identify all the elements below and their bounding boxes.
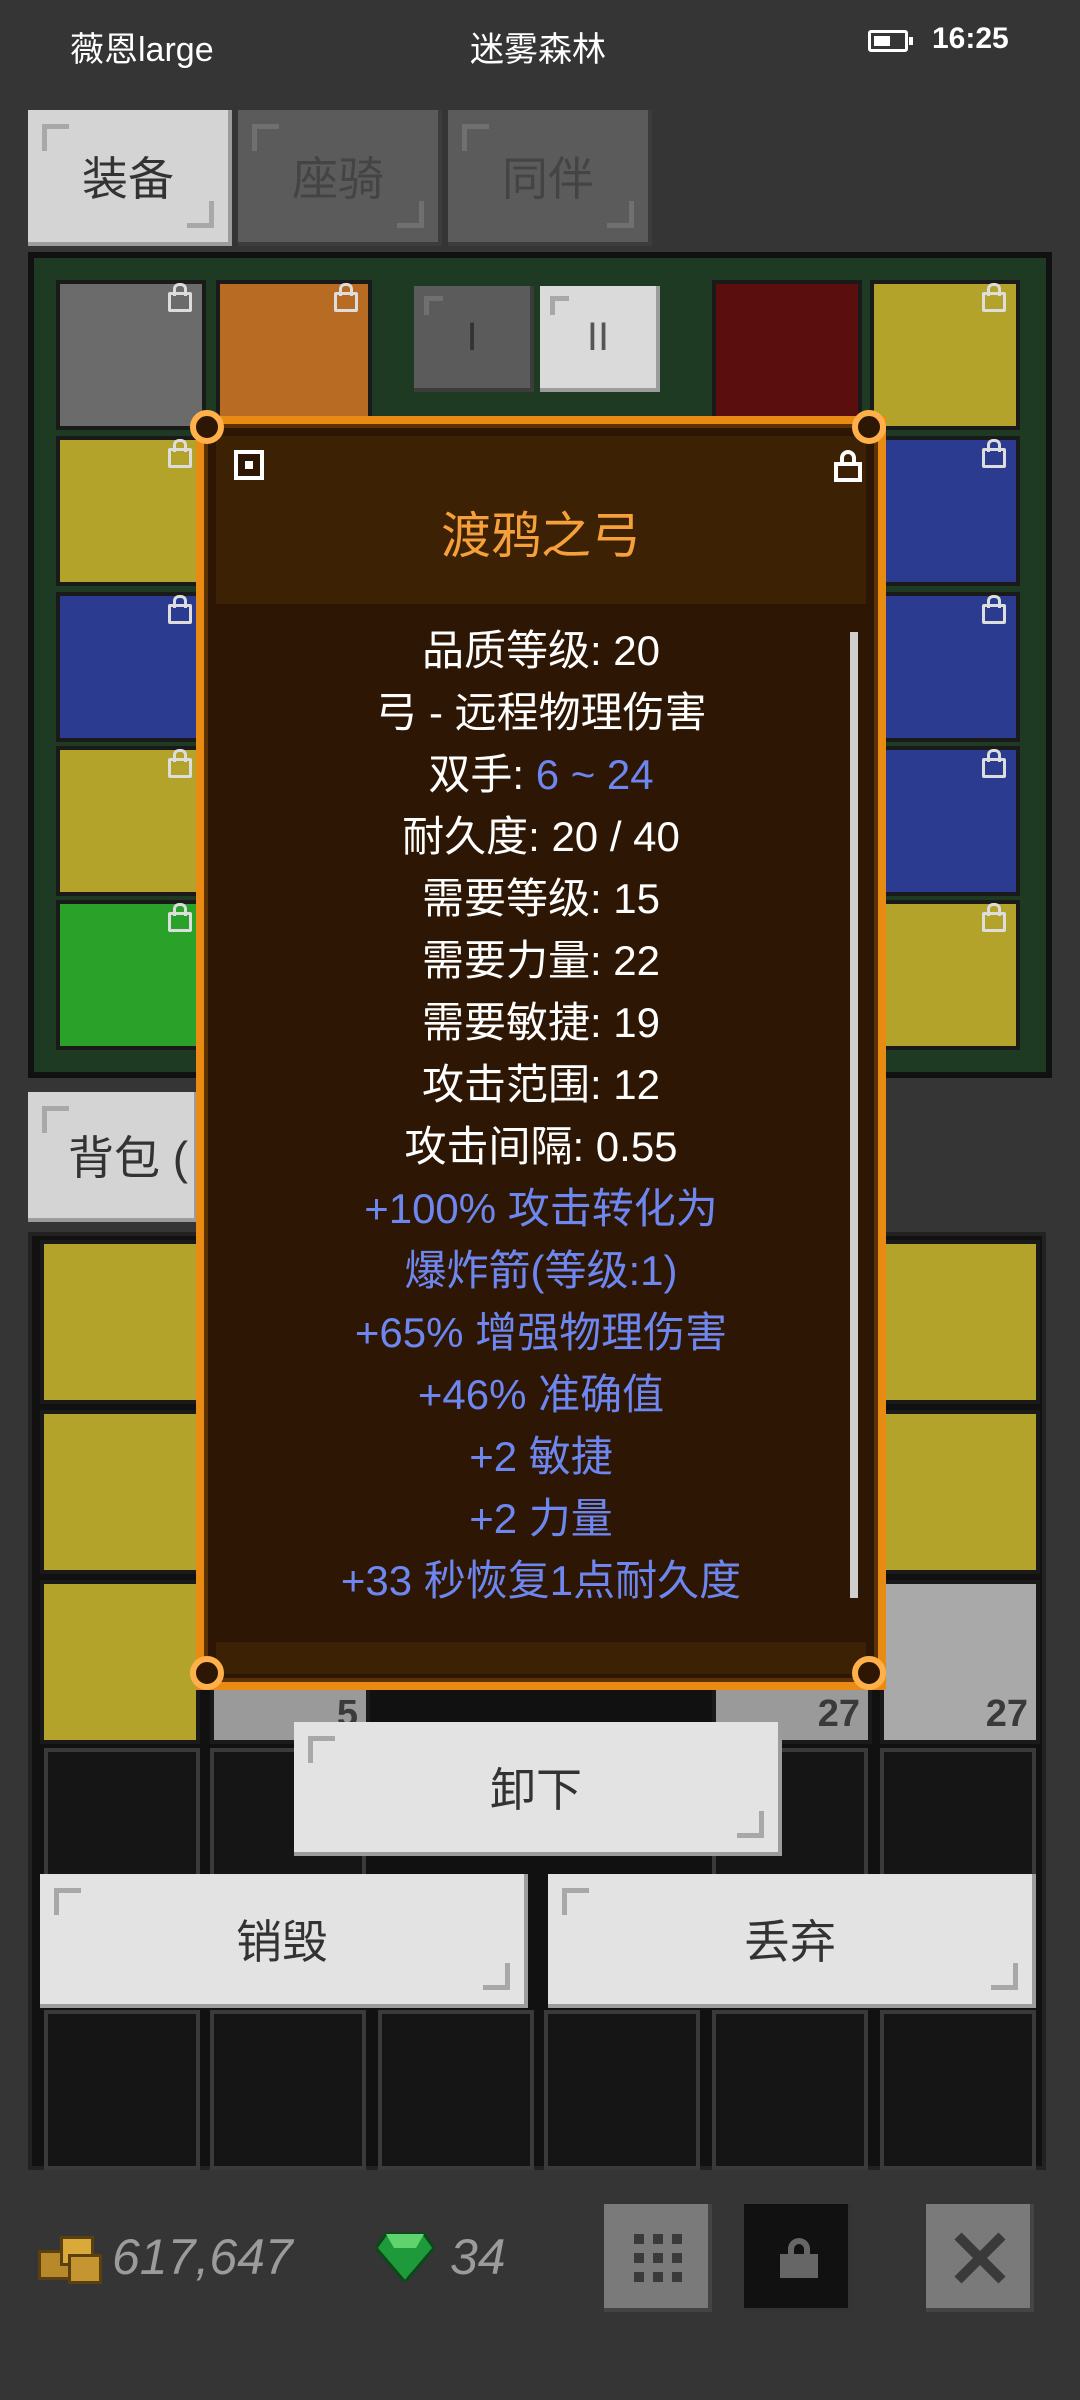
frame-corner-ornament: [190, 1656, 224, 1690]
clock: 16:25: [932, 22, 1009, 55]
stat-req-strength: 需要力量: 22: [421, 937, 661, 984]
affix-line: +65% 增强物理伤害: [354, 1309, 728, 1356]
inventory-empty-slot[interactable]: [44, 2010, 200, 2170]
compare-icon[interactable]: [234, 450, 264, 480]
inventory-empty-slot[interactable]: [712, 2010, 868, 2170]
inventory-empty-slot[interactable]: [378, 2010, 534, 2170]
frame-corner-ornament: [190, 410, 224, 444]
tooltip-scrollbar[interactable]: [850, 632, 858, 1598]
destroy-button[interactable]: 销毁: [40, 1874, 528, 2008]
stat-damage: 双手: 6 ~ 24: [204, 744, 878, 806]
relic-slot[interactable]: [870, 900, 1020, 1050]
item-tooltip: 渡鸦之弓 品质等级: 20 弓 - 远程物理伤害 双手: 6 ~ 24 耐久度:…: [196, 416, 886, 1690]
grid-icon: [634, 2234, 682, 2282]
gem-icon: [374, 2232, 436, 2285]
lock-icon: [780, 2238, 818, 2278]
tab-companion-label: 同伴: [502, 153, 594, 205]
inventory-item-mace[interactable]: [880, 1240, 1040, 1404]
stat-req-level: 需要等级: 15: [421, 875, 661, 922]
affix-line: +33 秒恢复1点耐久度: [340, 1557, 742, 1604]
armor-slot[interactable]: [56, 436, 206, 586]
item-stats: 品质等级: 20 弓 - 远程物理伤害 双手: 6 ~ 24 耐久度: 20 /…: [204, 620, 878, 1612]
stat-speed: 攻击间隔: 0.55: [404, 1123, 678, 1170]
affix-line: +46% 准确值: [417, 1371, 665, 1418]
close-icon: [954, 2232, 1006, 2284]
discard-button[interactable]: 丢弃: [548, 1874, 1036, 2008]
inventory-empty-slot[interactable]: [880, 2010, 1036, 2170]
player-name: 薇恩large: [70, 31, 214, 69]
inventory-empty-slot[interactable]: [544, 2010, 700, 2170]
lock-icon[interactable]: [834, 450, 868, 484]
ring-slot-2[interactable]: [870, 592, 1020, 742]
tab-equipment[interactable]: 装备: [28, 110, 232, 246]
stack-count: 27: [817, 1693, 860, 1735]
gem-amount: 34: [450, 2229, 506, 2285]
stack-count: 27: [985, 1693, 1028, 1735]
ring-slot-1[interactable]: [870, 436, 1020, 586]
affix-line: +100% 攻击转化为: [364, 1185, 718, 1232]
inventory-item-gauntlet[interactable]: [880, 1410, 1040, 1574]
stat-type: 弓 - 远程物理伤害: [375, 689, 707, 736]
stat-req-dexterity: 需要敏捷: 19: [421, 999, 661, 1046]
destroy-label: 销毁: [236, 1916, 328, 1968]
item-name: 渡鸦之弓: [441, 508, 641, 564]
battery-icon: [868, 30, 913, 52]
inventory-item-feather[interactable]: 27: [880, 1580, 1040, 1744]
location-name: 迷雾森林: [470, 31, 606, 69]
helmet-slot[interactable]: [56, 280, 206, 430]
frame-corner-ornament: [852, 1656, 886, 1690]
close-button[interactable]: [926, 2204, 1034, 2312]
frame-corner-ornament: [852, 410, 886, 444]
lock-toggle-button[interactable]: [744, 2204, 852, 2312]
weapon-set-2-button[interactable]: II: [540, 286, 660, 392]
charm-slot[interactable]: [870, 746, 1020, 896]
affix-line: 爆炸箭(等级:1): [404, 1247, 678, 1294]
inventory-item-axe[interactable]: [40, 1240, 200, 1404]
affix-line: +2 敏捷: [469, 1433, 613, 1480]
affix-line: +2 力量: [469, 1495, 613, 1542]
stat-range: 攻击范围: 12: [421, 1061, 661, 1108]
inventory-empty-slot[interactable]: [210, 2010, 366, 2170]
weapon-set-2-label: II: [586, 314, 610, 359]
gold-coins-icon: [38, 2234, 102, 2284]
weapon-set-1-button[interactable]: I: [414, 286, 534, 392]
inventory-item-scythe[interactable]: [40, 1580, 200, 1744]
stat-quality: 品质等级: 20: [421, 627, 661, 674]
gold-amount: 617,647: [112, 2229, 293, 2285]
weapon-slot[interactable]: [216, 280, 372, 430]
tab-bag-label: 背包 (: [68, 1132, 189, 1184]
offhand-slot[interactable]: [712, 280, 862, 430]
tab-bag[interactable]: 背包 (: [28, 1092, 198, 1222]
discard-label: 丢弃: [744, 1916, 836, 1968]
sort-grid-button[interactable]: [604, 2204, 712, 2312]
stat-damage-label: 双手:: [428, 751, 536, 798]
weapon-set-1-label: I: [466, 314, 478, 359]
stat-damage-value: 6 ~ 24: [535, 751, 654, 798]
stat-durability: 耐久度: 20 / 40: [402, 813, 680, 860]
tab-companion[interactable]: 同伴: [448, 110, 652, 246]
tab-mount[interactable]: 座骑: [238, 110, 442, 246]
pants-slot[interactable]: [56, 746, 206, 896]
unequip-label: 卸下: [490, 1764, 582, 1816]
amulet-slot[interactable]: [870, 280, 1020, 430]
unequip-button[interactable]: 卸下: [294, 1722, 782, 1856]
tooltip-footer: [216, 1642, 866, 1674]
tab-mount-label: 座骑: [292, 153, 384, 205]
inventory-item-crossbow[interactable]: [40, 1410, 200, 1574]
tab-equipment-label: 装备: [82, 153, 174, 205]
gloves-slot[interactable]: [56, 592, 206, 742]
boots-slot[interactable]: [56, 900, 206, 1050]
